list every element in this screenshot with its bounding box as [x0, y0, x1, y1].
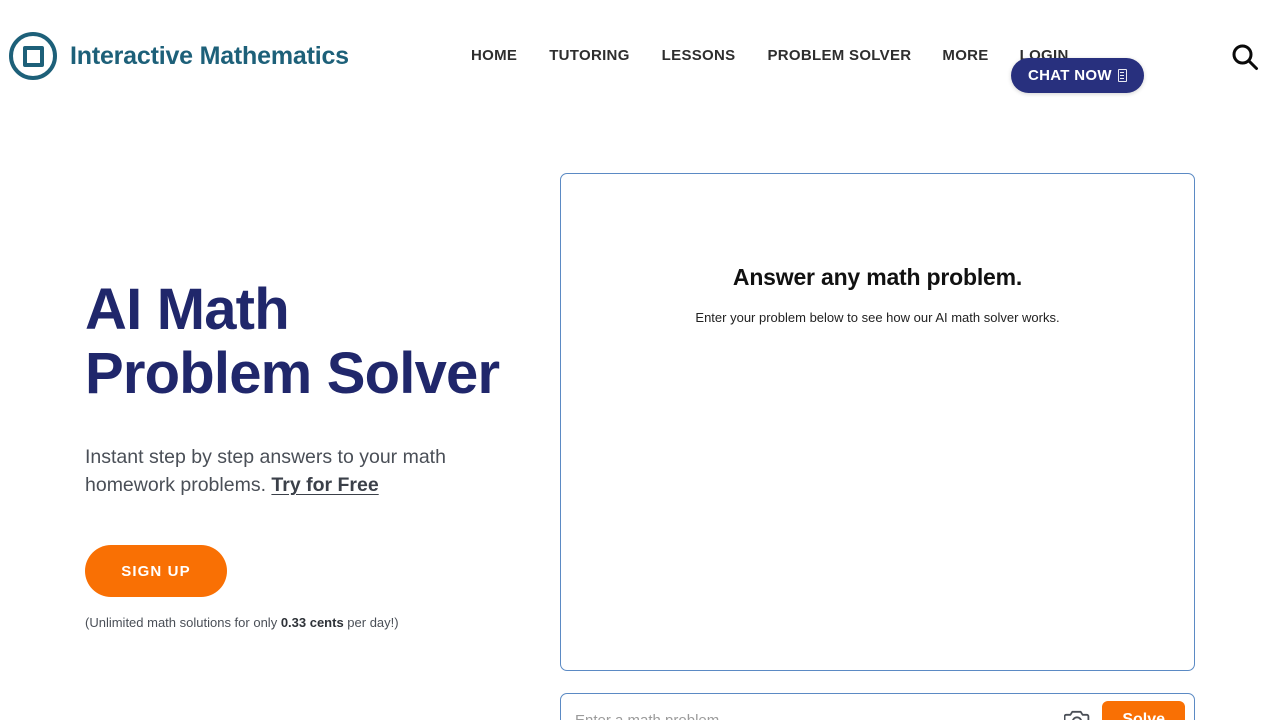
note-prefix: (Unlimited math solutions for only — [85, 615, 281, 631]
note-suffix: per day!) — [343, 615, 399, 631]
nav-item-home[interactable]: HOME — [471, 47, 517, 64]
solver-result-panel: Answer any math problem. Enter your prob… — [560, 173, 1195, 671]
hero-section: AI Math Problem Solver Instant step by s… — [85, 277, 545, 632]
main-navigation: HOME TUTORING LESSONS PROBLEM SOLVER MOR… — [471, 47, 1069, 64]
page-title: AI Math Problem Solver — [85, 277, 500, 407]
chat-now-button[interactable]: CHAT NOW — [1011, 58, 1144, 93]
solver-input-bar: Solve — [560, 693, 1195, 720]
search-button[interactable] — [1228, 40, 1262, 74]
camera-upload-button[interactable] — [1060, 705, 1094, 720]
solver-heading: Answer any math problem. — [732, 264, 1023, 290]
missing-glyph-box-icon — [1117, 69, 1127, 82]
brand-name: Interactive Mathematics — [70, 41, 349, 70]
sign-up-button[interactable]: SIGN UP — [85, 545, 227, 598]
nav-item-more[interactable]: MORE — [942, 47, 988, 64]
chat-now-label: CHAT NOW — [1028, 67, 1112, 84]
signup-price-note: (Unlimited math solutions for only 0.33 … — [85, 615, 545, 632]
hero-subtitle: Instant step by step answers to your mat… — [85, 443, 465, 500]
circle-square-logo-icon — [9, 32, 57, 80]
camera-icon — [1064, 710, 1090, 720]
nav-item-problem-solver[interactable]: PROBLEM SOLVER — [767, 47, 911, 64]
site-header: Interactive Mathematics HOME TUTORING LE… — [0, 0, 1280, 116]
logo-inner-square — [22, 45, 44, 67]
solver-subheading: Enter your problem below to see how our … — [695, 310, 1060, 325]
note-price: 0.33 cents — [280, 615, 344, 631]
solve-button[interactable]: Solve — [1102, 701, 1185, 720]
try-for-free-link[interactable]: Try for Free — [271, 474, 378, 496]
page-root: Interactive Mathematics HOME TUTORING LE… — [0, 0, 1280, 720]
nav-item-lessons[interactable]: LESSONS — [662, 47, 736, 64]
search-icon — [1232, 44, 1258, 70]
hero-subtitle-text: Instant step by step answers to your mat… — [85, 445, 446, 497]
brand-logo[interactable]: Interactive Mathematics — [9, 32, 349, 80]
math-problem-input[interactable] — [575, 700, 1061, 720]
nav-item-tutoring[interactable]: TUTORING — [549, 47, 629, 64]
